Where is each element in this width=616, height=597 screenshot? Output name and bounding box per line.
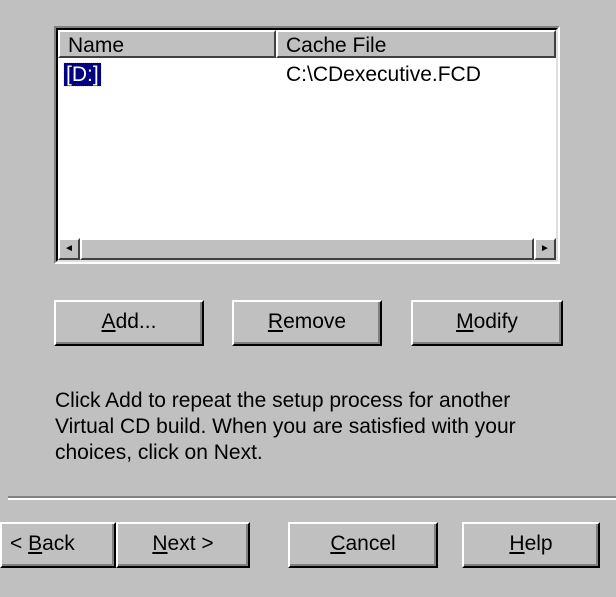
- remove-button-label: emove: [283, 310, 347, 333]
- column-header-cache-file[interactable]: Cache File: [276, 30, 556, 58]
- list-item-cache-file-text: C:\CDexecutive.FCD: [286, 63, 481, 86]
- help-button[interactable]: Help: [462, 522, 600, 568]
- back-button-mnemonic: B: [28, 532, 43, 555]
- scroll-thumb[interactable]: [80, 238, 534, 260]
- scroll-left-arrow-icon: ◄: [64, 243, 74, 254]
- column-header-name[interactable]: Name: [58, 30, 276, 58]
- list-frame: Name Cache File [D:] C:\CDexecutive.FCD …: [56, 28, 558, 262]
- list-item-cache-file: C:\CDexecutive.FCD: [286, 62, 481, 88]
- separator-line-highlight: [8, 498, 616, 500]
- cancel-button[interactable]: Cancel: [288, 522, 438, 568]
- scroll-left-button[interactable]: ◄: [58, 238, 80, 260]
- modify-button-label: odify: [473, 310, 518, 333]
- back-button-prefix: <: [10, 532, 29, 555]
- add-button-label: dd...: [115, 310, 157, 333]
- scroll-right-button[interactable]: ►: [534, 238, 556, 260]
- column-header-name-label: Name: [68, 34, 125, 57]
- scroll-right-arrow-icon: ►: [540, 243, 550, 254]
- cd-list-view[interactable]: Name Cache File [D:] C:\CDexecutive.FCD …: [54, 26, 560, 264]
- list-item[interactable]: [D:]: [63, 62, 102, 88]
- list-item-name[interactable]: [D:]: [63, 62, 102, 87]
- back-button[interactable]: < Back: [0, 522, 116, 568]
- remove-button[interactable]: Remove: [232, 300, 382, 346]
- next-button-mnemonic: N: [152, 532, 168, 555]
- instructions-text: Click Add to repeat the setup process fo…: [55, 389, 516, 464]
- next-button-label: ext >: [167, 532, 214, 555]
- help-button-mnemonic: H: [509, 532, 525, 555]
- add-button-mnemonic: A: [101, 310, 116, 333]
- help-button-label: elp: [524, 532, 553, 555]
- modify-button[interactable]: Modify: [411, 300, 563, 346]
- remove-button-mnemonic: R: [267, 310, 284, 333]
- cancel-button-label: ancel: [345, 532, 396, 555]
- modify-button-mnemonic: M: [456, 310, 474, 333]
- horizontal-scrollbar[interactable]: ◄ ►: [58, 238, 556, 260]
- cancel-button-mnemonic: C: [330, 532, 346, 555]
- back-button-label: ack: [42, 532, 75, 555]
- add-button[interactable]: Add...: [54, 300, 204, 346]
- column-header-cache-file-label: Cache File: [286, 34, 387, 57]
- next-button[interactable]: Next >: [116, 522, 250, 568]
